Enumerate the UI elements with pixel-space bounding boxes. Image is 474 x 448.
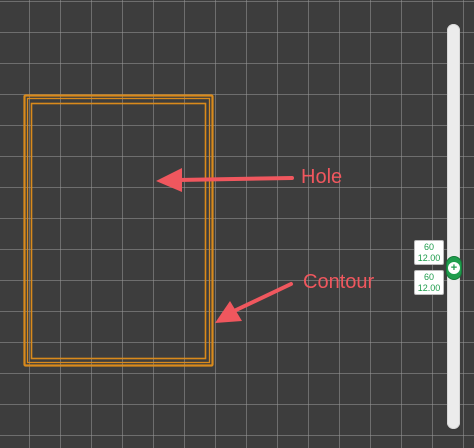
build-plate-canvas[interactable]: Hole Contour 60 12.00 60 12.00 +	[0, 0, 474, 448]
upper-layer-number: 60	[423, 242, 434, 252]
lower-layer-tag: 60 12.00	[414, 270, 444, 295]
lower-layer-number: 60	[423, 272, 434, 282]
part-preview	[23, 94, 294, 367]
contour-label: Contour	[303, 271, 375, 293]
layer-slider-track[interactable]	[447, 24, 460, 429]
hole-arrow-shaft	[176, 176, 294, 182]
layer-slider-thumb[interactable]: +	[447, 257, 461, 279]
lower-layer-height: 12.00	[417, 283, 441, 293]
plus-icon: +	[448, 262, 460, 274]
upper-layer-tag: 60 12.00	[414, 240, 444, 265]
contour-arrow-shaft	[232, 282, 293, 313]
contour-arrow-head	[215, 301, 242, 323]
contour-outline-inner-edge	[26, 97, 211, 364]
hole-arrow-head	[156, 168, 182, 192]
upper-layer-height: 12.00	[417, 253, 441, 263]
hole-outline	[30, 102, 207, 360]
hole-label: Hole	[301, 166, 343, 188]
contour-outline	[23, 94, 214, 367]
